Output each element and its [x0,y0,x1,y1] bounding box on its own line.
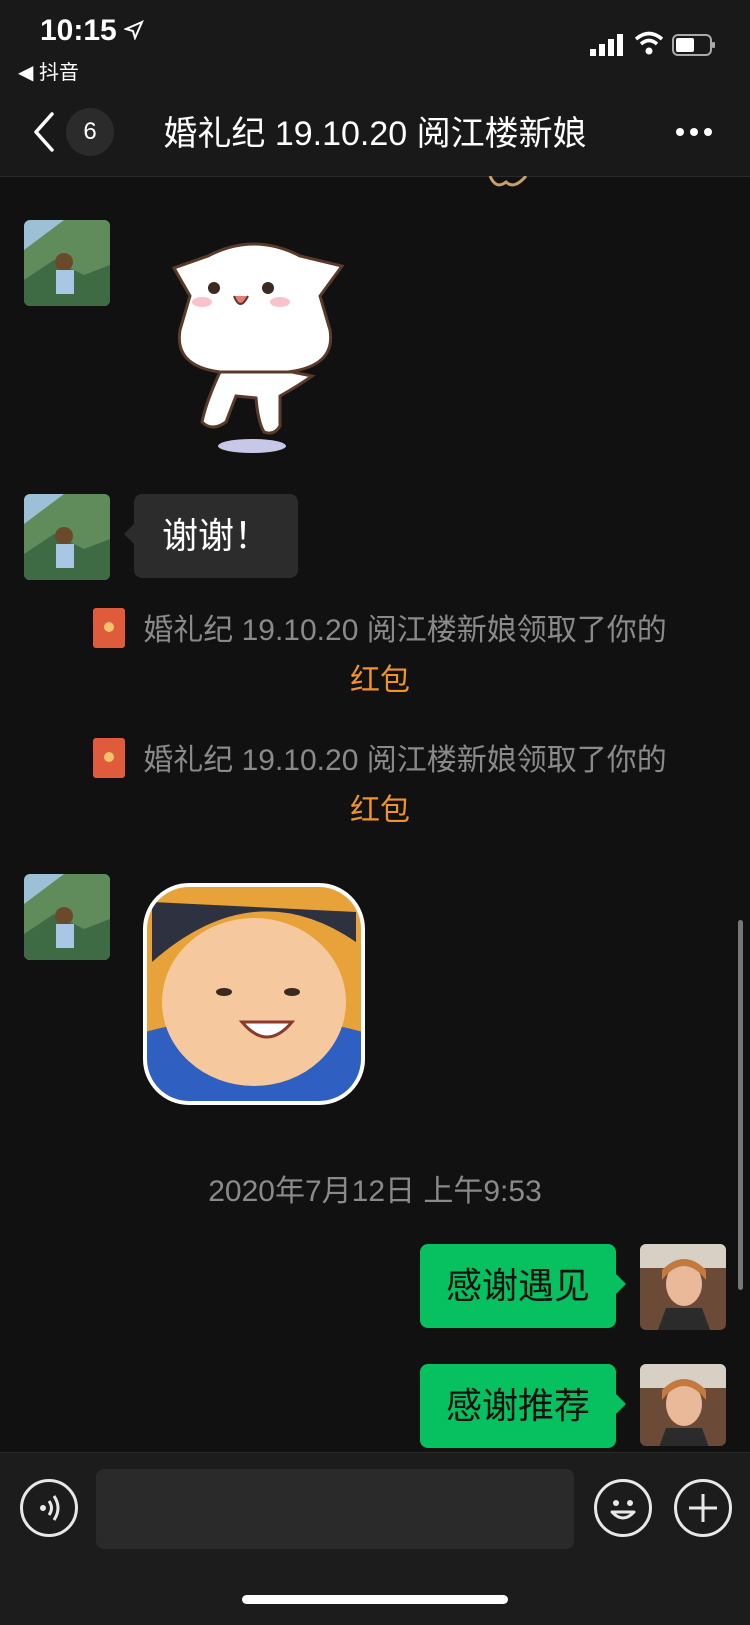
scrollbar[interactable] [738,920,743,1290]
contact-avatar[interactable] [24,874,110,960]
red-packet-link[interactable]: 红包 [350,794,410,827]
message-timestamp: 2020年7月12日 上午9:53 [208,1175,542,1208]
back-chevron-icon[interactable] [28,110,60,154]
message-input[interactable] [96,1469,574,1549]
contact-avatar[interactable] [24,220,110,306]
emoji-icon [610,1500,636,1520]
back-to-app-link[interactable]: ◀ 抖音 [18,56,79,85]
red-packet-notice: 婚礼纪 19.10.20 阅江楼新娘领取了你的 红包 [60,736,700,836]
message-text: 感谢推荐 [445,1385,590,1426]
red-packet-icon [93,738,126,778]
chat-header: 6 婚礼纪 19.10.20 阅江楼新娘 [0,88,750,177]
status-bar: 10:15 ◀ 抖音 [0,0,750,88]
voice-icon [40,1495,60,1521]
status-time: 10:15 [40,14,117,47]
red-packet-link[interactable]: 红包 [350,664,410,697]
contact-avatar[interactable] [24,494,110,580]
self-avatar[interactable] [640,1244,726,1330]
partial-sticker-image [488,176,528,187]
notice-text: 婚礼纪 19.10.20 阅江楼新娘领取了你的 [143,614,667,647]
outgoing-message-bubble[interactable]: 感谢遇见 [419,1244,627,1328]
red-packet-notice: 婚礼纪 19.10.20 阅江楼新娘领取了你的 红包 [60,606,700,706]
battery-icon [672,34,715,56]
emoji-button[interactable] [594,1479,652,1537]
outgoing-message-bubble[interactable]: 感谢推荐 [419,1364,627,1448]
signal-icon [590,34,623,56]
wifi-icon [634,31,664,55]
more-icon[interactable] [672,110,716,154]
voice-button[interactable] [20,1479,78,1537]
self-avatar[interactable] [640,1364,726,1446]
incoming-message-bubble[interactable]: 谢谢！ [123,494,299,578]
message-text: 谢谢！ [162,515,271,556]
cat-sticker-image[interactable] [160,226,350,458]
red-packet-icon [93,608,126,648]
unread-count-badge[interactable]: 6 [66,108,114,156]
chat-title: 婚礼纪 19.10.20 阅江楼新娘 [163,115,587,153]
notice-text: 婚礼纪 19.10.20 阅江楼新娘领取了你的 [143,744,667,777]
location-arrow-icon [124,20,144,40]
home-indicator [242,1595,508,1604]
message-text: 感谢遇见 [445,1265,590,1306]
boy-sticker-image[interactable] [142,882,366,1106]
plus-icon [689,1494,717,1522]
add-button[interactable] [674,1479,732,1537]
